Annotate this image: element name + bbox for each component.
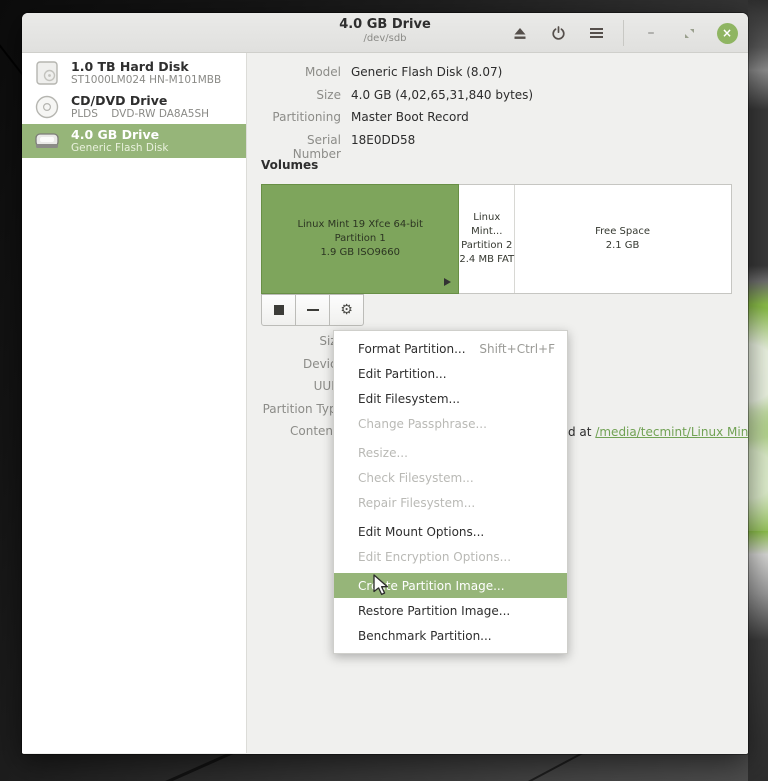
menu-item-label: Edit Mount Options... xyxy=(358,525,484,539)
menu-item[interactable]: Edit Filesystem... xyxy=(334,386,567,411)
wallpaper-mint-logo-fragment xyxy=(748,0,768,781)
partition-options-menu: Format Partition... Shift+Ctrl+F Edit Pa… xyxy=(333,330,568,654)
segment-line: 1.9 GB ISO9660 xyxy=(320,246,400,260)
menu-item-label: Edit Filesystem... xyxy=(358,392,460,406)
device-subtitle: PLDS DVD-RW DA8A5SH xyxy=(71,108,209,121)
menu-item-label: Restore Partition Image... xyxy=(358,604,510,618)
menu-icon xyxy=(590,28,603,38)
menu-item[interactable]: Resize... xyxy=(334,440,567,465)
menu-item-label: Format Partition... xyxy=(358,342,466,356)
info-label: Device xyxy=(261,357,344,372)
device-title: 4.0 GB Drive xyxy=(71,127,168,142)
segment-line: Free Space xyxy=(595,225,650,239)
device-sidebar: 1.0 TB Hard Disk ST1000LM024 HN-M101MBB … xyxy=(22,53,247,753)
eject-icon xyxy=(513,27,527,40)
contents-fragment: d at xyxy=(568,425,592,439)
menu-item-label: Benchmark Partition... xyxy=(358,629,492,643)
info-label: Size xyxy=(261,334,344,349)
app-menu-button[interactable] xyxy=(585,22,607,44)
sidebar-item-cd-dvd[interactable]: CD/DVD Drive PLDS DVD-RW DA8A5SH xyxy=(22,90,246,124)
volume-toolbar: ⚙ xyxy=(261,294,364,326)
stop-icon xyxy=(274,305,284,315)
power-icon xyxy=(551,26,566,41)
device-title: CD/DVD Drive xyxy=(71,93,209,108)
volume-segment-free-space[interactable]: Free Space 2.1 GB xyxy=(515,185,730,293)
menu-item[interactable]: Edit Mount Options... xyxy=(334,519,567,544)
minimize-button[interactable]: – xyxy=(640,22,662,44)
menu-item[interactable]: Check Filesystem... xyxy=(334,465,567,490)
titlebar-buttons: – × xyxy=(509,13,738,53)
segment-line: Linux Mint... xyxy=(459,211,514,239)
info-label: Partition Type xyxy=(261,402,344,417)
sidebar-item-hard-disk[interactable]: 1.0 TB Hard Disk ST1000LM024 HN-M101MBB xyxy=(22,56,246,90)
logo-sheen xyxy=(748,305,768,531)
volumes-heading: Volumes xyxy=(261,158,318,172)
menu-item-label: Edit Encryption Options... xyxy=(358,550,511,564)
unmount-button[interactable] xyxy=(261,294,296,326)
minimize-icon: – xyxy=(648,28,655,38)
menu-item[interactable]: Edit Partition... xyxy=(334,361,567,386)
menu-item[interactable]: Change Passphrase... xyxy=(334,411,567,436)
menu-item[interactable]: Edit Encryption Options... xyxy=(334,544,567,569)
segment-line: 2.4 MB FAT xyxy=(459,253,514,267)
device-subtitle: Generic Flash Disk xyxy=(71,142,168,155)
gears-icon: ⚙ xyxy=(340,303,353,317)
info-label: Size xyxy=(261,88,341,103)
power-off-button[interactable] xyxy=(547,22,569,44)
restore-button[interactable] xyxy=(678,22,700,44)
optical-disc-icon xyxy=(32,94,62,120)
titlebar-separator xyxy=(623,20,624,46)
minus-icon xyxy=(307,309,319,311)
volume-segment-partition1[interactable]: Linux Mint 19 Xfce 64-bit Partition 1 1.… xyxy=(261,184,459,294)
sidebar-item-usb-drive[interactable]: 4.0 GB Drive Generic Flash Disk xyxy=(22,124,246,158)
delete-partition-button[interactable] xyxy=(295,294,330,326)
info-value: Master Boot Record xyxy=(351,110,738,125)
menu-item[interactable]: Format Partition... Shift+Ctrl+F xyxy=(334,336,567,361)
mount-point-link[interactable]: /media/tecmint/Linux Mint 1... xyxy=(595,425,748,439)
close-icon: × xyxy=(722,26,732,40)
device-title: 1.0 TB Hard Disk xyxy=(71,59,221,74)
volume-segment-partition2[interactable]: Linux Mint... Partition 2 2.4 MB FAT xyxy=(459,185,515,293)
info-value: 18E0DD58 xyxy=(351,133,738,162)
restore-icon xyxy=(684,28,695,39)
info-label: UUID xyxy=(261,379,344,394)
drive-info-grid: Model Generic Flash Disk (8.07) Size 4.0… xyxy=(261,65,738,162)
close-button[interactable]: × xyxy=(716,22,738,44)
contents-value: d at /media/tecmint/Linux Mint 1... xyxy=(568,425,748,439)
info-label: Partitioning xyxy=(261,110,341,125)
menu-item-label: Edit Partition... xyxy=(358,367,447,381)
menu-item-label: Create Partition Image... xyxy=(358,579,505,593)
menu-item-label: Resize... xyxy=(358,446,408,460)
info-label: Contents xyxy=(261,424,344,439)
eject-button[interactable] xyxy=(509,22,531,44)
harddisk-icon xyxy=(32,60,62,86)
info-value: Generic Flash Disk (8.07) xyxy=(351,65,738,80)
volumes-map: Linux Mint 19 Xfce 64-bit Partition 1 1.… xyxy=(261,184,732,294)
menu-item-label: Repair Filesystem... xyxy=(358,496,475,510)
menu-item-shortcut: Shift+Ctrl+F xyxy=(479,342,555,356)
titlebar[interactable]: 4.0 GB Drive /dev/sdb – xyxy=(22,13,748,53)
segment-line: 2.1 GB xyxy=(606,239,640,253)
segment-line: Partition 2 xyxy=(461,239,512,253)
menu-item-label: Change Passphrase... xyxy=(358,417,487,431)
menu-item-label: Check Filesystem... xyxy=(358,471,474,485)
segment-line: Partition 1 xyxy=(335,232,386,246)
segment-line: Linux Mint 19 Xfce 64-bit xyxy=(297,218,422,232)
flash-drive-icon xyxy=(32,130,62,152)
info-label: Model xyxy=(261,65,341,80)
menu-item[interactable]: Repair Filesystem... xyxy=(334,490,567,515)
device-subtitle: ST1000LM024 HN-M101MBB xyxy=(71,74,221,87)
menu-item[interactable]: Restore Partition Image... xyxy=(334,598,567,623)
info-value: 4.0 GB (4,02,65,31,840 bytes) xyxy=(351,88,738,103)
gnome-disks-window: 4.0 GB Drive /dev/sdb – xyxy=(22,13,748,754)
menu-item[interactable]: Benchmark Partition... xyxy=(334,623,567,648)
mounted-indicator xyxy=(444,278,451,286)
menu-item[interactable]: Create Partition Image... xyxy=(334,573,567,598)
partition-options-button[interactable]: ⚙ xyxy=(329,294,364,326)
